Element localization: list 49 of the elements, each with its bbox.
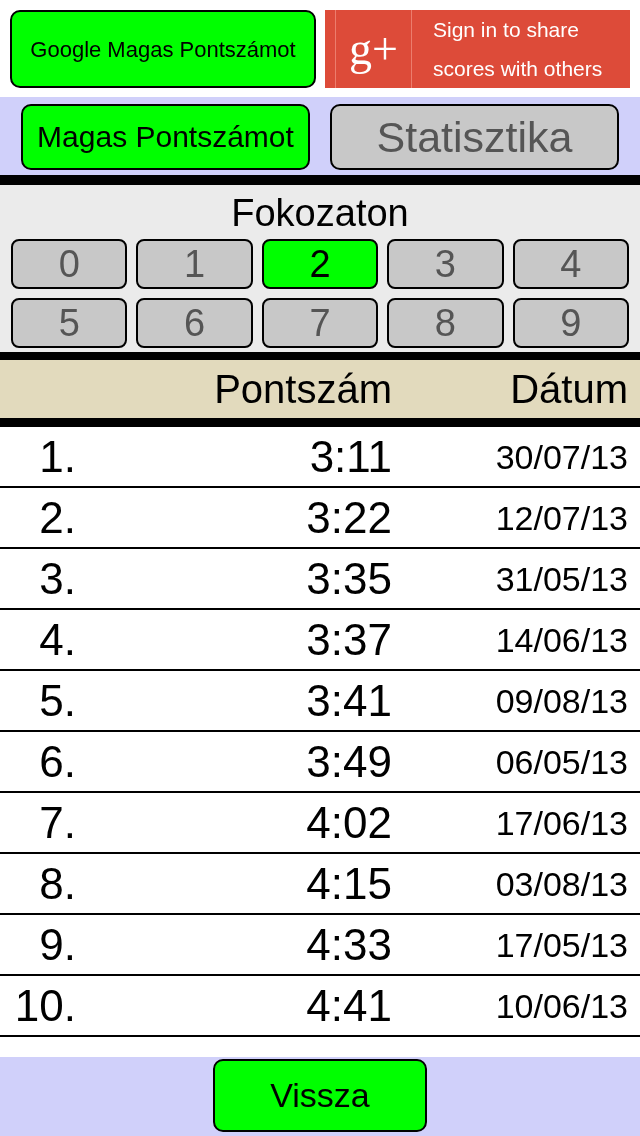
rank-cell-text: 1. [38,434,76,479]
date-cell-text: 09/08/13 [494,683,629,718]
score-cell-text: 3:11 [308,434,392,479]
level-button[interactable]: 3 [387,239,504,289]
level-button[interactable]: 5 [11,298,128,348]
column-header: Pontszám [213,369,392,409]
date-cell-text: 14/06/13 [494,622,629,657]
rank-cell-text: 2. [38,495,76,540]
level-heading: Fokozaton [230,191,410,235]
score-cell-text: 3:37 [305,617,392,662]
level-button[interactable]: 1 [136,239,253,289]
score-cell-text: 4:41 [305,983,392,1028]
rank-cell-text: 3. [38,556,76,601]
statistics-tab[interactable]: Statisztika [330,104,619,170]
rank-cell-text: 9. [38,922,76,967]
high-scores-tab[interactable]: Magas Pontszámot [21,104,310,170]
rank-cell-text: 10. [13,983,76,1028]
level-button[interactable]: 0 [11,239,128,289]
level-button[interactable]: 2 [261,239,379,289]
date-cell-text: 12/07/13 [494,500,629,535]
rank-cell-text: 7. [38,800,76,845]
level-button[interactable]: 6 [136,298,253,348]
google-high-score-button[interactable]: Google Magas Pontszámot [10,10,316,88]
date-cell-text: 17/06/13 [494,805,629,840]
back-button[interactable]: Vissza [213,1059,427,1132]
rank-cell-text: 8. [38,861,76,906]
score-cell-text: 4:02 [305,800,392,845]
date-cell-text: 10/06/13 [494,988,629,1023]
score-cell-text: 3:41 [305,678,392,723]
score-cell-text: 3:49 [305,739,392,784]
score-cell-text: 4:15 [305,861,392,906]
sign-in-button[interactable]: g+ Sign in to share scores with others [325,10,630,88]
level-button[interactable]: 4 [512,239,629,289]
level-button[interactable]: 7 [261,298,379,348]
level-button[interactable]: 9 [512,298,629,348]
score-cell-text: 4:33 [305,922,392,967]
rank-cell-text: 4. [38,617,76,662]
level-button[interactable]: 8 [387,298,504,348]
rank-cell-text: 6. [38,739,76,784]
date-cell-text: 06/05/13 [494,744,629,779]
rank-cell-text: 5. [38,678,76,723]
date-cell-text: 31/05/13 [494,561,629,596]
date-cell-text: 03/08/13 [494,866,629,901]
column-header: Dátum [509,369,629,409]
gplus-logo: g+ [335,10,412,88]
score-cell-text: 3:22 [305,495,392,540]
date-cell-text: 30/07/13 [494,439,629,474]
date-cell-text: 17/05/13 [494,927,629,962]
score-cell-text: 3:35 [305,556,392,601]
